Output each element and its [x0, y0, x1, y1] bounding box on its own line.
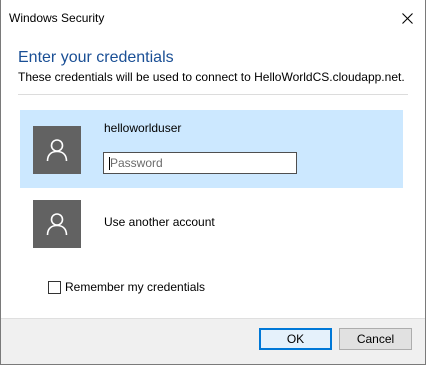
- dialog-description: These credentials will be used to connec…: [18, 70, 405, 84]
- button-bar: OK Cancel: [1, 318, 425, 364]
- remember-checkbox[interactable]: [48, 280, 61, 294]
- remember-credentials[interactable]: Remember my credentials: [48, 280, 205, 294]
- close-button[interactable]: [389, 0, 425, 36]
- account-username: helloworlduser: [104, 121, 182, 135]
- dialog-heading: Enter your credentials: [18, 49, 174, 66]
- close-icon: [401, 12, 413, 24]
- ok-button[interactable]: OK: [259, 328, 332, 350]
- user-icon: [46, 139, 68, 162]
- cancel-button[interactable]: Cancel: [339, 328, 412, 350]
- account-tile-other[interactable]: Use another account: [20, 190, 403, 254]
- title-bar: Windows Security: [1, 0, 425, 36]
- window-title: Windows Security: [9, 11, 105, 25]
- use-another-account-label: Use another account: [104, 215, 215, 229]
- account-tile-selected[interactable]: helloworlduser: [20, 110, 403, 188]
- password-field[interactable]: [103, 152, 297, 174]
- user-icon: [46, 213, 68, 236]
- credentials-dialog: Windows Security Enter your credentials …: [0, 0, 426, 365]
- divider: [18, 94, 408, 95]
- avatar: [33, 126, 81, 174]
- remember-label: Remember my credentials: [65, 280, 206, 294]
- avatar: [33, 200, 81, 248]
